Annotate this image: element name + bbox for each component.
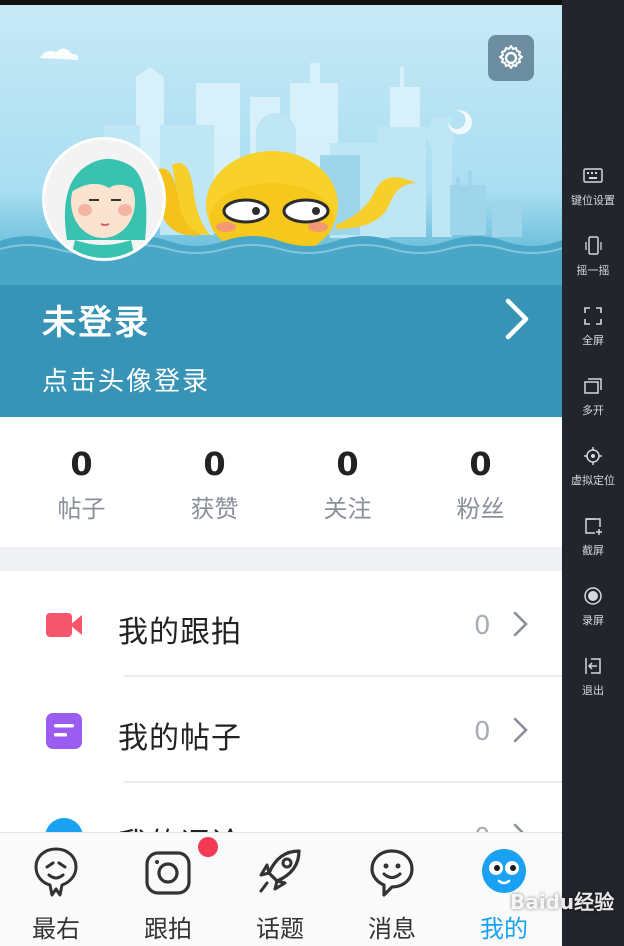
stat-label: 获赞: [190, 495, 239, 523]
sidebar-item-virtual-location[interactable]: 虚拟定位: [562, 446, 624, 504]
smile-chat-icon: [370, 849, 414, 897]
sidebar-item-keymap[interactable]: 键位设置: [562, 166, 624, 224]
sidebar-item-shake[interactable]: 摇一摇: [562, 236, 624, 294]
sidebar-item-fullscreen[interactable]: 全屏: [562, 306, 624, 364]
multi-window-icon: [584, 378, 602, 394]
stat-value: 0: [336, 445, 359, 483]
stat-likes[interactable]: 0 获赞: [148, 417, 281, 547]
chevron-right-icon: [513, 717, 528, 743]
sidebar-item-multi-instance[interactable]: 多开: [562, 376, 624, 434]
tab-label: 话题: [256, 915, 304, 943]
rocket-icon: [259, 849, 301, 893]
notification-badge: [198, 837, 218, 857]
menu-item-my-posts[interactable]: 我的帖子 0: [0, 677, 562, 783]
sidebar-item-screenshot[interactable]: 截屏: [562, 516, 624, 574]
sidebar-label: 全屏: [582, 334, 604, 347]
stat-label: 帖子: [57, 495, 106, 523]
sidebar-item-record[interactable]: 录屏: [562, 586, 624, 644]
chevron-right-icon[interactable]: [496, 293, 536, 345]
menu-label: 我的跟拍: [118, 615, 242, 650]
sidebar-label: 退出: [582, 684, 604, 697]
stat-label: 关注: [323, 495, 372, 523]
profile-header: 未登录 点击头像登录: [0, 5, 562, 417]
stat-following[interactable]: 0 关注: [281, 417, 414, 547]
sidebar-label: 录屏: [582, 614, 604, 627]
keyboard-icon: [583, 168, 603, 183]
stat-value: 0: [469, 445, 492, 483]
tab-label: 跟拍: [144, 915, 192, 943]
sidebar-label: 摇一摇: [576, 264, 610, 277]
location-target-icon: [584, 447, 602, 465]
sidebar-label: 虚拟定位: [571, 474, 615, 487]
zuiyou-mascot-icon: [34, 847, 78, 897]
post-icon: [46, 713, 82, 749]
camera-icon: [145, 851, 191, 895]
watermark: Baidu经验: [510, 890, 615, 914]
menu-item-my-followshots[interactable]: 我的跟拍 0: [0, 571, 562, 677]
record-icon: [584, 587, 602, 605]
tab-label: 最右: [32, 915, 80, 943]
stat-posts[interactable]: 0 帖子: [15, 417, 148, 547]
default-avatar-icon: [45, 140, 163, 258]
sidebar-label: 键位设置: [571, 194, 615, 207]
tab-followshot[interactable]: 跟拍: [112, 833, 224, 946]
stat-followers[interactable]: 0 粉丝: [414, 417, 547, 547]
menu-count: 0: [474, 717, 491, 747]
menu-label: 我的帖子: [118, 721, 242, 756]
tab-messages[interactable]: 消息: [336, 833, 448, 946]
sidebar-label: 截屏: [582, 544, 604, 557]
shake-phone-icon: [585, 236, 602, 255]
stats-row: 0 帖子 0 获赞 0 关注 0 粉丝: [0, 417, 562, 547]
sidebar-item-exit[interactable]: 退出: [562, 656, 624, 714]
stat-label: 粉丝: [456, 495, 505, 523]
screenshot-icon: [585, 518, 602, 535]
sidebar-label: 多开: [582, 404, 604, 417]
tab-zuiyou[interactable]: 最右: [0, 833, 112, 946]
video-camera-icon: [46, 613, 82, 637]
fullscreen-icon: [584, 307, 602, 325]
tab-topics[interactable]: 话题: [224, 833, 336, 946]
tab-label: 消息: [368, 915, 416, 943]
app-screen: 未登录 点击头像登录 0 帖子 0 获赞 0 关注 0 粉丝 我的跟拍 0 我的…: [0, 0, 562, 946]
section-divider: [0, 547, 562, 571]
login-hint-text[interactable]: 点击头像登录: [42, 361, 210, 398]
username-label[interactable]: 未登录: [42, 295, 150, 344]
chevron-right-icon: [513, 611, 528, 637]
emulator-sidebar: 键位设置 摇一摇 全屏 多开 虚拟定位 截屏 录屏 退出: [562, 0, 624, 946]
stat-value: 0: [70, 445, 93, 483]
bottom-tab-bar: 最右 跟拍 话题 消息 我的: [0, 832, 562, 946]
settings-button[interactable]: [488, 35, 534, 81]
exit-icon: [585, 658, 601, 674]
avatar[interactable]: [42, 137, 166, 261]
stat-value: 0: [203, 445, 226, 483]
gear-icon: [499, 45, 523, 69]
menu-count: 0: [474, 611, 491, 641]
